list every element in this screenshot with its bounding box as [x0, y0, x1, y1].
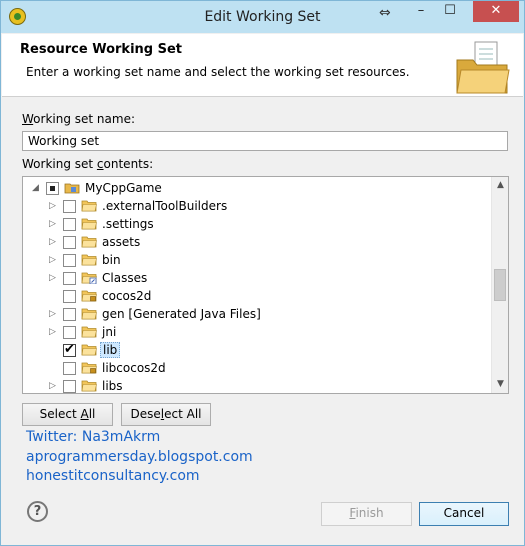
deselect-all-button[interactable]: Deselect All [121, 403, 211, 426]
collapsed-arrow-icon[interactable]: ▷ [49, 200, 59, 212]
twitter-link[interactable]: Twitter: Na3mAkrm [26, 429, 160, 445]
collapsed-arrow-icon[interactable]: ▷ [49, 218, 59, 230]
folder-icon [81, 344, 97, 356]
tree-item-checkbox[interactable] [63, 254, 76, 267]
folder-icon [81, 236, 97, 248]
collapsed-arrow-icon[interactable]: ▷ [49, 308, 59, 320]
working-set-name-input[interactable] [22, 131, 508, 151]
tree-item[interactable]: lib [23, 341, 491, 359]
tree-item-label[interactable]: MyCppGame [83, 180, 164, 196]
tree-item-checkbox[interactable] [63, 326, 76, 339]
collapsed-arrow-icon[interactable]: ▷ [49, 380, 59, 392]
project-icon [64, 182, 80, 194]
folder-icon [81, 218, 97, 230]
working-set-folder-icon [456, 41, 510, 94]
close-button[interactable]: ✕ [473, 1, 519, 22]
tree-item-checkbox[interactable] [63, 272, 76, 285]
expanded-arrow-icon[interactable]: ◢ [32, 182, 42, 194]
blog-link[interactable]: aprogrammersday.blogspot.com [26, 449, 253, 465]
header-description: Enter a working set name and select the … [26, 65, 410, 79]
select-all-button[interactable]: Select All [22, 403, 113, 426]
tree-item-checkbox[interactable] [63, 200, 76, 213]
folder-link-icon [81, 272, 97, 285]
help-icon[interactable]: ? [27, 501, 48, 522]
collapsed-arrow-icon[interactable]: ▷ [49, 236, 59, 248]
minimize-button[interactable]: – [407, 1, 435, 22]
collapsed-arrow-icon[interactable]: ▷ [49, 326, 59, 338]
tree-item-checkbox[interactable] [63, 380, 76, 393]
collapsed-arrow-icon[interactable]: ▷ [49, 254, 59, 266]
tree-item-label[interactable]: jni [100, 324, 118, 340]
tree-item-label[interactable]: bin [100, 252, 123, 268]
tree-item-label[interactable]: lib [100, 342, 121, 358]
tree-item-label[interactable]: .settings [100, 216, 156, 232]
tree-item[interactable]: ▷ jni [23, 323, 491, 341]
tree-item-label[interactable]: gen [Generated Java Files] [100, 306, 263, 322]
folder-icon [81, 326, 97, 338]
tree-item-label[interactable]: Classes [100, 270, 149, 286]
folder-locked-icon [81, 290, 97, 302]
scroll-down-arrow-icon[interactable]: ▼ [492, 376, 508, 393]
tree-item[interactable]: ▷ .settings [23, 215, 491, 233]
scroll-up-arrow-icon[interactable]: ▲ [492, 177, 508, 194]
edit-working-set-dialog: Edit Working Set ⇔ – ☐ ✕ Resource Workin… [0, 0, 525, 546]
scroll-thumb[interactable] [494, 269, 506, 301]
tree-item[interactable]: ▷ assets [23, 233, 491, 251]
tree-item-checkbox[interactable] [63, 290, 76, 303]
tree-item-label[interactable]: libcocos2d [100, 360, 168, 376]
cancel-button[interactable]: Cancel [419, 502, 509, 526]
resize-arrows-icon: ⇔ [379, 5, 391, 21]
tree-item[interactable]: ◢ MyCppGame [23, 179, 491, 197]
tree-item-checkbox[interactable] [63, 342, 76, 357]
tree-item-checkbox[interactable] [63, 218, 76, 231]
tree-item[interactable]: libcocos2d [23, 359, 491, 377]
tree-item-checkbox[interactable] [63, 362, 76, 375]
tree-item-label[interactable]: cocos2d [100, 288, 153, 304]
folder-icon [81, 254, 97, 266]
finish-button[interactable]: Finish [321, 502, 412, 526]
tree-item[interactable]: ▷ gen [Generated Java Files] [23, 305, 491, 323]
collapsed-arrow-icon[interactable]: ▷ [49, 272, 59, 284]
tree-item-checkbox[interactable] [46, 182, 59, 195]
tree-item-label[interactable]: libs [100, 378, 125, 393]
tree-item[interactable]: ▷ libs [23, 377, 491, 393]
tree-item-checkbox[interactable] [63, 308, 76, 321]
folder-icon [81, 200, 97, 212]
folder-icon [81, 308, 97, 320]
working-set-contents-label: Working set contents: [22, 157, 154, 171]
tree-item[interactable]: ▷ bin [23, 251, 491, 269]
tree-item[interactable]: ▷ Classes [23, 269, 491, 287]
tree-item-label[interactable]: .externalToolBuilders [100, 198, 229, 214]
folder-locked-icon [81, 362, 97, 374]
header-title: Resource Working Set [20, 42, 183, 57]
title-bar[interactable]: Edit Working Set ⇔ – ☐ ✕ [1, 1, 524, 33]
tree-item[interactable]: cocos2d [23, 287, 491, 305]
tree-item-checkbox[interactable] [63, 236, 76, 249]
dialog-header: Resource Working Set Enter a working set… [2, 34, 523, 97]
tree-scrollbar[interactable]: ▲ ▼ [491, 177, 508, 393]
maximize-button[interactable]: ☐ [436, 1, 464, 22]
tree-item-label[interactable]: assets [100, 234, 142, 250]
tree-item[interactable]: ▷ .externalToolBuilders [23, 197, 491, 215]
resource-tree[interactable]: ▷ libs libcocos2d lib ▷ jni ▷ gen [Generated Ja… [22, 176, 509, 394]
folder-icon [81, 380, 97, 392]
website-link[interactable]: honestitconsultancy.com [26, 468, 200, 484]
working-set-name-label: Working set name: [22, 112, 135, 126]
